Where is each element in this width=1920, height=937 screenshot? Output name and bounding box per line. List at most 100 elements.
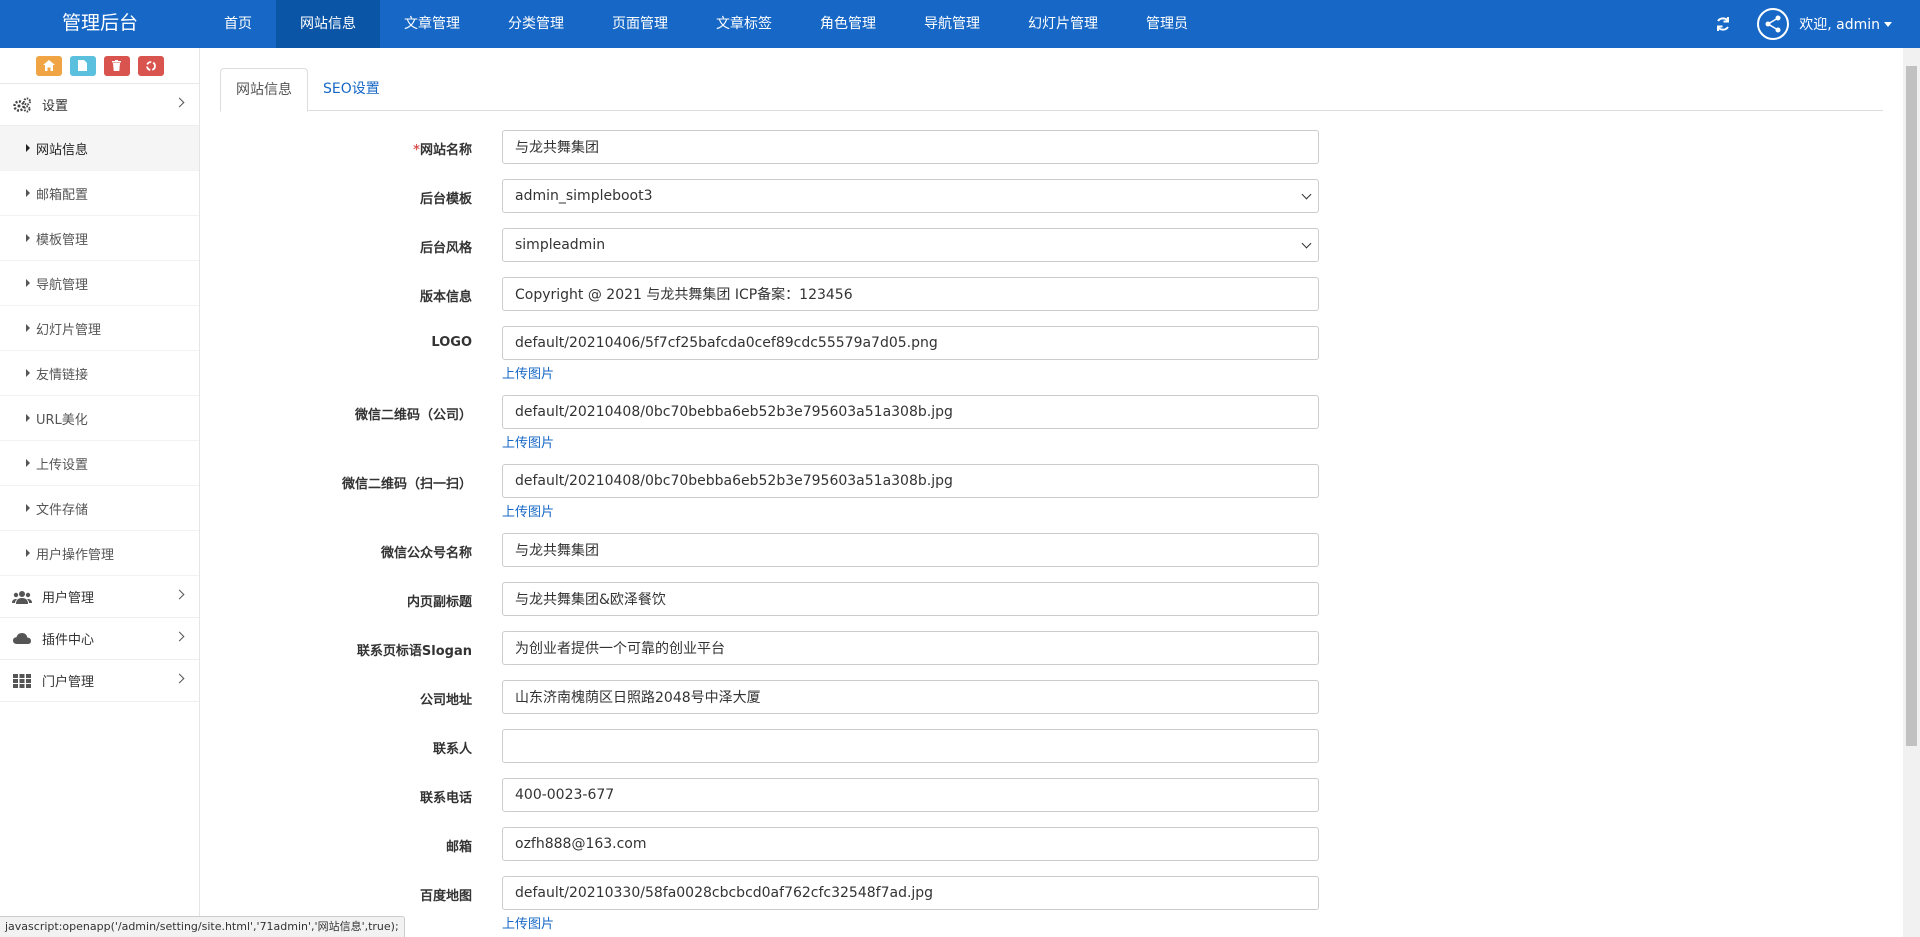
phone-input[interactable] — [502, 778, 1319, 812]
sidebar-group-settings[interactable]: 设置 — [0, 84, 199, 126]
settings-tabs: 网站信息 SEO设置 — [220, 68, 1883, 112]
wechat-name-input[interactable] — [502, 533, 1319, 567]
caret-right-icon — [26, 369, 30, 377]
sidebar-item-slides[interactable]: 幻灯片管理 — [0, 306, 199, 351]
topnav-item-admins[interactable]: 管理员 — [1122, 0, 1212, 48]
baidu-map-upload-link[interactable]: 上传图片 — [502, 913, 554, 932]
form-row-wechat-name: 微信公众号名称 — [200, 533, 1400, 582]
sidebar-group-label: 用户管理 — [42, 591, 95, 606]
tab-site-info[interactable]: 网站信息 — [220, 68, 308, 112]
sidebar-group-portal[interactable]: 门户管理 — [0, 660, 199, 702]
admin-template-value: admin_simpleboot3 — [515, 188, 653, 204]
sidebar-item-label: 网站信息 — [36, 142, 89, 158]
caret-down-icon — [1884, 22, 1892, 27]
baidu-map-input[interactable] — [502, 876, 1319, 910]
topnav-item-navigation[interactable]: 导航管理 — [900, 0, 1004, 48]
topnav-item-categories[interactable]: 分类管理 — [484, 0, 588, 48]
site-name-input[interactable] — [502, 130, 1319, 164]
sidebar: 设置 网站信息 邮箱配置 模板管理 导航管理 幻灯片管理 友情链接 URL美化 … — [0, 48, 200, 937]
subtitle-label: 内页副标题 — [406, 595, 472, 610]
sidebar-item-label: 导航管理 — [36, 277, 89, 293]
sidebar-item-label: 邮箱配置 — [36, 187, 89, 203]
logo-input[interactable] — [502, 326, 1319, 360]
caret-right-icon — [26, 459, 30, 467]
caret-right-icon — [26, 414, 30, 422]
topnav-item-pages[interactable]: 页面管理 — [588, 0, 692, 48]
admin-style-select[interactable]: simpleadmin — [502, 228, 1319, 262]
file-icon[interactable] — [69, 55, 96, 76]
sidebar-item-label: 上传设置 — [36, 457, 89, 473]
scrollbar-thumb[interactable] — [1906, 66, 1917, 746]
form-row-site-name: *网站名称 — [200, 130, 1400, 179]
grid-icon — [13, 673, 31, 688]
copyright-label: 版本信息 — [419, 290, 472, 305]
slogan-label: 联系页标语Slogan — [356, 644, 472, 659]
sidebar-item-url[interactable]: URL美化 — [0, 396, 199, 441]
form-row-admin-template: 后台模板 admin_simpleboot3 — [200, 179, 1400, 228]
sidebar-item-links[interactable]: 友情链接 — [0, 351, 199, 396]
slogan-input[interactable] — [502, 631, 1319, 665]
wechat-qr-scan-upload-link[interactable]: 上传图片 — [502, 501, 554, 520]
home-icon[interactable] — [35, 55, 62, 76]
subtitle-input[interactable] — [502, 582, 1319, 616]
sidebar-item-site-info[interactable]: 网站信息 — [0, 126, 199, 171]
sidebar-item-mail[interactable]: 邮箱配置 — [0, 171, 199, 216]
form-row-subtitle: 内页副标题 — [200, 582, 1400, 631]
topnav-item-home[interactable]: 首页 — [200, 0, 276, 48]
sidebar-group-label: 门户管理 — [42, 675, 95, 690]
caret-right-icon — [26, 189, 30, 197]
form-row-copyright: 版本信息 — [200, 277, 1400, 326]
sidebar-item-user-actions[interactable]: 用户操作管理 — [0, 531, 199, 576]
wechat-qr-scan-label: 微信二维码（扫一扫） — [341, 477, 472, 492]
baidu-map-label: 百度地图 — [419, 889, 472, 904]
form-row-contact: 联系人 — [200, 729, 1400, 778]
topnav-item-tags[interactable]: 文章标签 — [692, 0, 796, 48]
admin-template-label: 后台模板 — [419, 192, 472, 207]
avatar[interactable] — [1757, 8, 1790, 40]
sidebar-item-navigation[interactable]: 导航管理 — [0, 261, 199, 306]
topnav-item-site-info[interactable]: 网站信息 — [276, 0, 380, 48]
wechat-qr-company-label: 微信二维码（公司） — [354, 408, 472, 423]
sidebar-item-templates[interactable]: 模板管理 — [0, 216, 199, 261]
topnav-item-roles[interactable]: 角色管理 — [796, 0, 900, 48]
trash-icon[interactable] — [103, 55, 130, 76]
wechat-qr-company-input[interactable] — [502, 395, 1319, 429]
tab-seo[interactable]: SEO设置 — [308, 68, 395, 111]
sidebar-group-plugins[interactable]: 插件中心 — [0, 618, 199, 660]
sidebar-group-label: 设置 — [42, 99, 69, 114]
main-content: 网站信息 SEO设置 *网站名称 后台模板 admin_simpleboot3 … — [200, 48, 1903, 937]
sidebar-item-label: 友情链接 — [36, 367, 89, 383]
admin-style-value: simpleadmin — [515, 237, 606, 253]
email-input[interactable] — [502, 827, 1319, 861]
caret-right-icon — [26, 279, 30, 287]
sidebar-group-label: 插件中心 — [42, 633, 95, 648]
admin-template-select[interactable]: admin_simpleboot3 — [502, 179, 1319, 213]
wechat-qr-scan-input[interactable] — [502, 464, 1319, 498]
share-network-icon — [1765, 15, 1781, 33]
page-scrollbar[interactable] — [1903, 48, 1920, 937]
site-info-form: *网站名称 后台模板 admin_simpleboot3 后台风格 simple… — [200, 130, 1400, 937]
form-row-slogan: 联系页标语Slogan — [200, 631, 1400, 680]
refresh-icon[interactable] — [1703, 0, 1743, 48]
caret-right-icon — [26, 144, 30, 152]
brand-title[interactable]: 管理后台 — [0, 0, 200, 48]
address-input[interactable] — [502, 680, 1319, 714]
recycle-icon[interactable] — [137, 55, 164, 76]
logo-upload-link[interactable]: 上传图片 — [502, 363, 554, 382]
browser-status-bar: javascript:openapp('/admin/setting/site.… — [0, 916, 405, 937]
logo-label: LOGO — [431, 335, 472, 350]
wechat-qr-company-upload-link[interactable]: 上传图片 — [502, 432, 554, 451]
wechat-name-label: 微信公众号名称 — [380, 546, 472, 561]
sidebar-item-label: URL美化 — [36, 412, 88, 428]
user-menu[interactable]: 欢迎, admin — [1799, 14, 1892, 34]
cloud-icon — [13, 632, 31, 644]
caret-right-icon — [26, 234, 30, 242]
contact-input[interactable] — [502, 729, 1319, 763]
sidebar-item-upload[interactable]: 上传设置 — [0, 441, 199, 486]
topnav-item-articles[interactable]: 文章管理 — [380, 0, 484, 48]
sidebar-item-storage[interactable]: 文件存储 — [0, 486, 199, 531]
copyright-input[interactable] — [502, 277, 1319, 311]
topnav-item-slides[interactable]: 幻灯片管理 — [1004, 0, 1122, 48]
users-icon — [12, 590, 32, 604]
sidebar-group-users[interactable]: 用户管理 — [0, 576, 199, 618]
